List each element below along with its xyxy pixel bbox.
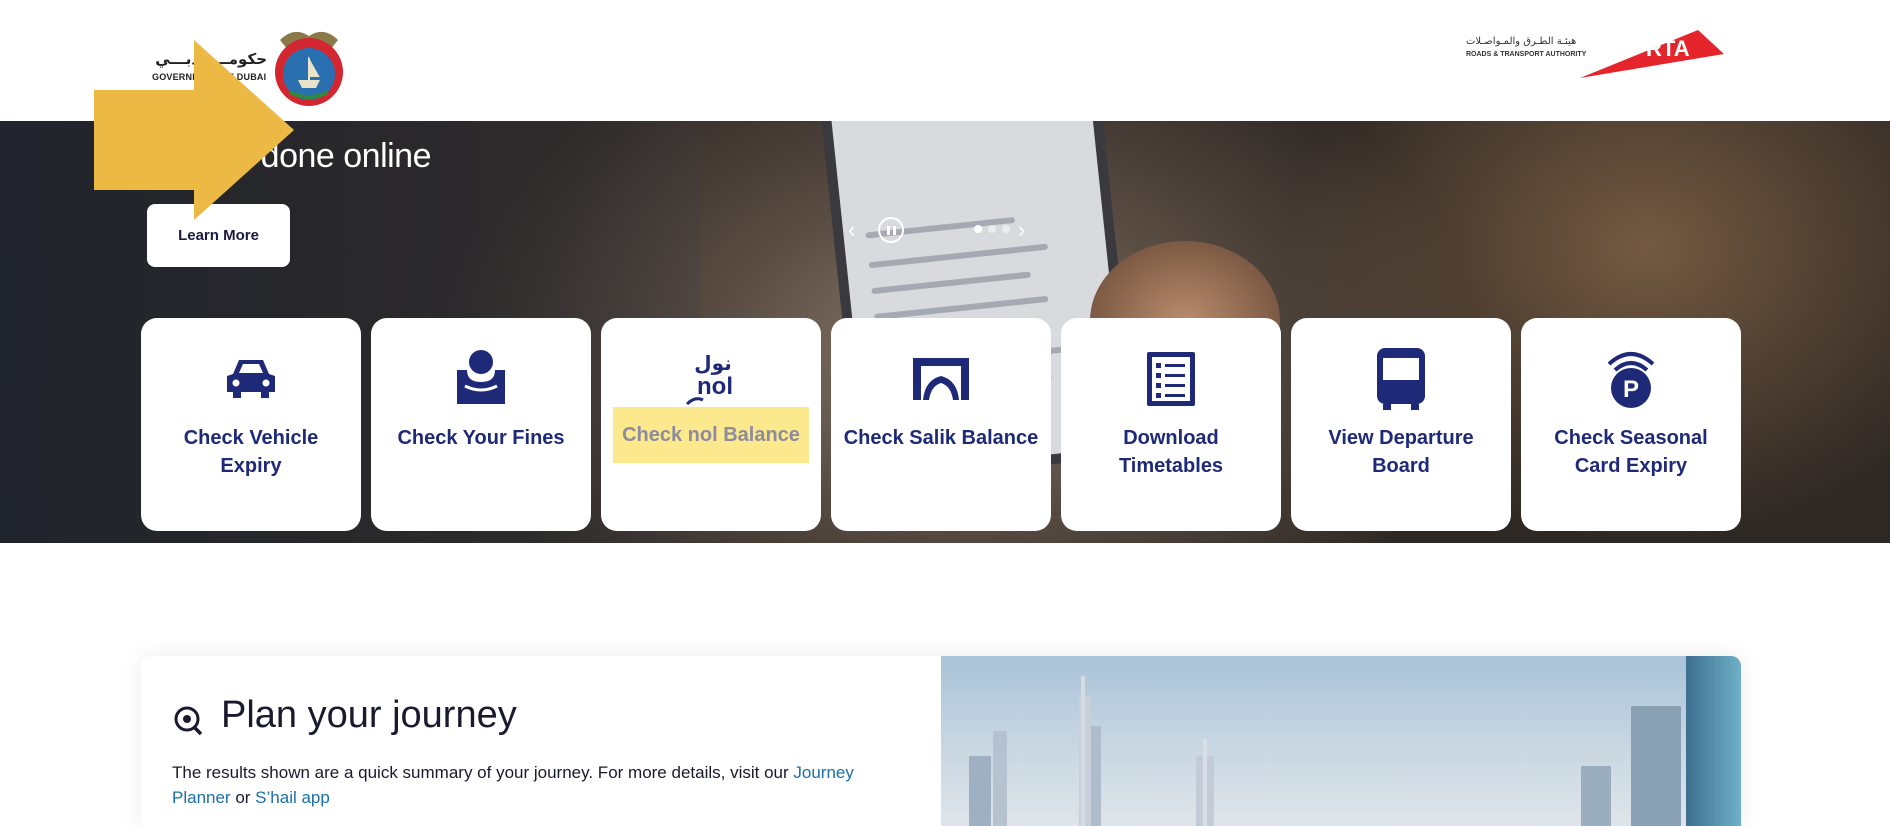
skyline-tower [1686, 656, 1741, 826]
service-card-nol-balance[interactable]: نول nol Check nol Balance [601, 318, 821, 531]
service-card-timetables[interactable]: Download Timetables [1061, 318, 1281, 531]
location-search-icon [174, 706, 203, 736]
plan-journey-section: Plan your journey The results shown are … [141, 656, 1741, 826]
salik-gate-icon [913, 358, 969, 400]
svg-text:RTA: RTA [1646, 36, 1690, 61]
service-card-label: Check Seasonal Card Expiry [1554, 427, 1708, 477]
dubai-skyline-image [941, 656, 1741, 826]
chevron-right-icon[interactable]: › [1018, 215, 1034, 245]
parking-signal-icon: P [1607, 352, 1655, 408]
service-cards: Check Vehicle Expiry Check Your Fines نو… [141, 318, 1741, 531]
plan-journey-or-text: or [230, 788, 256, 807]
skyline-tower [969, 756, 991, 826]
skyline-tower [1581, 766, 1611, 826]
nol-icon: نول nol [685, 351, 733, 406]
service-card-departure-board[interactable]: View Departure Board [1291, 318, 1511, 531]
service-card-label: Check nol Balance [613, 407, 809, 463]
rta-logo-english-text: ROADS & TRANSPORT AUTHORITY [1466, 51, 1587, 58]
phone-content-line [873, 295, 1049, 321]
shail-app-link[interactable]: S’hail app [255, 788, 330, 807]
service-card-label: Download Timetables [1118, 427, 1224, 477]
plan-journey-title: Plan your journey [221, 694, 517, 736]
plan-journey-description: The results shown are a quick summary of… [172, 760, 892, 810]
rta-logo[interactable]: هيئـة الطـرق والمـواصـلات ROADS & TRANSP… [1462, 26, 1724, 82]
arrow-right-icon [94, 40, 294, 220]
svg-text:نول: نول [694, 351, 731, 375]
service-card-salik-balance[interactable]: Check Salik Balance [831, 318, 1051, 531]
fines-icon [457, 350, 505, 404]
service-card-label: Check Your Fines [397, 427, 565, 449]
carousel-dots [974, 225, 1010, 235]
service-card-fines[interactable]: Check Your Fines [371, 318, 591, 531]
pause-icon[interactable] [878, 217, 904, 243]
timetable-list-icon [1147, 352, 1195, 406]
skyline-tower [1631, 706, 1681, 826]
skyline-tower [993, 731, 1007, 826]
service-card-label: Check Vehicle Expiry [183, 427, 319, 477]
service-card-label: View Departure Board [1328, 427, 1474, 477]
skyline-tower [1091, 726, 1101, 826]
phone-content-line [868, 243, 1049, 269]
bus-icon [1377, 348, 1425, 410]
service-card-label: Check Salik Balance [843, 427, 1039, 449]
service-card-vehicle-expiry[interactable]: Check Vehicle Expiry [141, 318, 361, 531]
phone-content-line [871, 271, 1031, 295]
rta-mark-icon: RTA [1580, 30, 1724, 78]
service-card-seasonal-card[interactable]: P Check Seasonal Card Expiry [1521, 318, 1741, 531]
carousel-dot[interactable] [1002, 225, 1010, 233]
carousel-dot[interactable] [974, 225, 982, 233]
plan-journey-desc-text: The results shown are a quick summary of… [172, 763, 794, 782]
carousel-dot[interactable] [988, 225, 996, 233]
svg-text:nol: nol [697, 373, 733, 400]
car-icon [227, 360, 275, 398]
plan-journey-panel: Plan your journey The results shown are … [141, 656, 941, 826]
rta-logo-arabic-text: هيئـة الطـرق والمـواصـلات [1466, 36, 1577, 47]
skyline-spire [1081, 676, 1085, 826]
skyline-spire [1203, 738, 1207, 826]
svg-text:P: P [1623, 376, 1639, 403]
chevron-left-icon[interactable]: ‹ [848, 215, 864, 245]
